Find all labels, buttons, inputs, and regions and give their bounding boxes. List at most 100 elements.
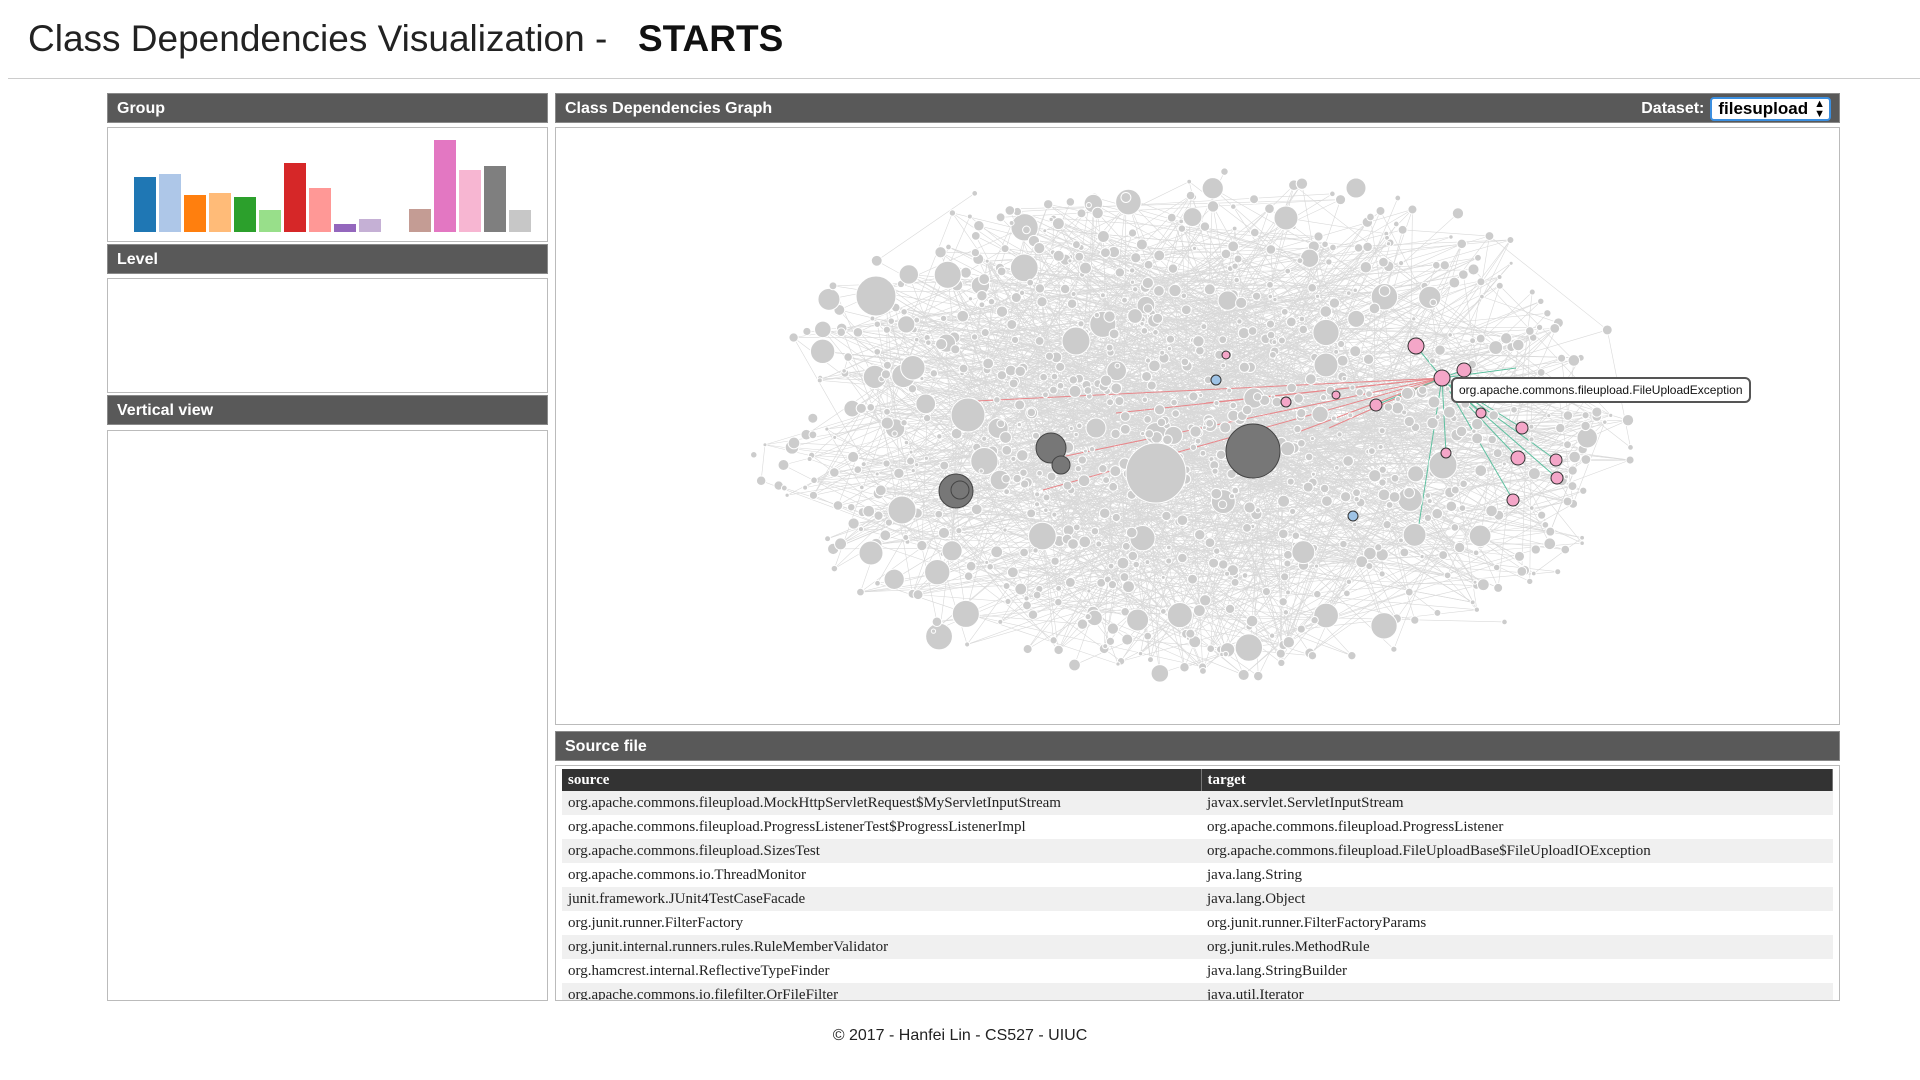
- graph-node: [1014, 582, 1028, 596]
- graph-node: [1144, 357, 1152, 364]
- graph-node: [1119, 423, 1131, 435]
- graph-node: [1144, 559, 1151, 566]
- graph-node: [966, 213, 973, 220]
- graph-node: [929, 369, 939, 378]
- graph-node: [1050, 556, 1060, 566]
- graph-canvas[interactable]: [556, 128, 1839, 724]
- graph-node: [1031, 431, 1041, 440]
- graph-node: [891, 430, 898, 437]
- graph-node: [951, 599, 980, 628]
- graph-node: [1458, 504, 1467, 512]
- group-bar[interactable]: [134, 177, 156, 232]
- graph-node: [1033, 242, 1046, 255]
- graph-node: [1370, 612, 1398, 640]
- graph-node: [873, 347, 882, 356]
- dependency-node: [1051, 455, 1071, 475]
- graph-node: [1199, 667, 1207, 675]
- graph-node: [1535, 323, 1544, 331]
- graph-node: [1418, 285, 1442, 310]
- graph-node: [1562, 410, 1574, 421]
- graph-node: [1198, 392, 1204, 398]
- group-bar[interactable]: [459, 170, 481, 232]
- graph-node: [1012, 473, 1022, 484]
- graph-node-large: [1085, 417, 1107, 439]
- group-bar[interactable]: [509, 210, 531, 232]
- graph-node: [1168, 283, 1182, 298]
- graph-node: [1068, 384, 1082, 398]
- source-table-container[interactable]: source target org.apache.commons.fileupl…: [555, 765, 1840, 1001]
- group-bar[interactable]: [334, 224, 356, 232]
- graph-node: [802, 484, 809, 491]
- group-bar[interactable]: [159, 174, 181, 232]
- graph-node: [814, 320, 832, 339]
- graph-node: [1016, 449, 1029, 462]
- graph-node: [828, 281, 838, 291]
- graph-node: [1471, 432, 1484, 445]
- graph-node: [1310, 616, 1319, 625]
- graph-node: [1492, 448, 1503, 459]
- table-row[interactable]: org.apache.commons.fileupload.MockHttpSe…: [562, 791, 1833, 815]
- group-bar[interactable]: [409, 209, 431, 232]
- graph-node: [1120, 191, 1132, 203]
- graph-node: [784, 492, 790, 498]
- graph-node: [862, 504, 876, 518]
- source-cell: junit.framework.JUnit4TestCaseFacade: [562, 887, 1201, 911]
- dependency-graph[interactable]: [555, 127, 1840, 725]
- table-row[interactable]: org.apache.commons.io.ThreadMonitor java.…: [562, 863, 1833, 887]
- graph-node: [965, 560, 977, 572]
- source-cell: org.apache.commons.fileupload.MockHttpSe…: [562, 791, 1201, 815]
- graph-node: [1230, 203, 1237, 210]
- group-bar[interactable]: [234, 197, 256, 232]
- table-row[interactable]: org.hamcrest.internal.ReflectiveTypeFind…: [562, 959, 1833, 983]
- graph-node: [1141, 370, 1153, 382]
- table-row[interactable]: org.apache.commons.fileupload.ProgressLi…: [562, 815, 1833, 839]
- graph-node: [935, 337, 948, 351]
- group-bar[interactable]: [359, 219, 381, 232]
- graph-node: [1476, 578, 1490, 592]
- related-node: [1456, 362, 1472, 378]
- group-bar[interactable]: [184, 195, 206, 232]
- graph-node: [1004, 597, 1012, 605]
- graph-node: [1046, 471, 1057, 482]
- graph-node: [1128, 267, 1136, 274]
- graph-node: [1042, 391, 1049, 399]
- group-bar[interactable]: [284, 163, 306, 232]
- graph-node: [1476, 277, 1486, 287]
- graph-node: [832, 434, 838, 440]
- table-row[interactable]: org.apache.commons.io.filefilter.OrFileF…: [562, 983, 1833, 1000]
- graph-node: [1329, 243, 1337, 252]
- graph-node-large: [887, 495, 917, 525]
- group-bar[interactable]: [259, 210, 281, 232]
- target-cell: org.junit.runner.FilterFactoryParams: [1201, 911, 1833, 935]
- graph-node: [1403, 486, 1415, 499]
- dataset-select[interactable]: filesupload ▲ ▼: [1710, 97, 1831, 121]
- graph-node: [1453, 541, 1466, 554]
- source-table: source target org.apache.commons.fileupl…: [562, 769, 1833, 1000]
- graph-node: [1137, 650, 1144, 657]
- graph-node: [1253, 670, 1264, 682]
- group-bar-area: [134, 138, 531, 232]
- group-bar[interactable]: [434, 140, 456, 232]
- table-row[interactable]: org.apache.commons.fileupload.SizesTest o…: [562, 839, 1833, 863]
- table-row[interactable]: junit.framework.JUnit4TestCaseFacade java…: [562, 887, 1833, 911]
- graph-node: [1116, 556, 1130, 570]
- table-row[interactable]: org.junit.runner.FilterFactory org.junit.…: [562, 911, 1833, 935]
- group-bar[interactable]: [309, 188, 331, 232]
- group-bar[interactable]: [209, 193, 231, 232]
- graph-node: [860, 461, 867, 468]
- source-cell: org.apache.commons.fileupload.SizesTest: [562, 839, 1201, 863]
- graph-node: [1119, 411, 1131, 422]
- dependency-node: [950, 480, 970, 500]
- graph-node: [1431, 507, 1444, 520]
- group-bar[interactable]: [484, 166, 506, 232]
- graph-node: [873, 320, 882, 328]
- graph-node-large: [855, 275, 897, 317]
- graph-node: [908, 449, 914, 455]
- graph-node: [1100, 247, 1111, 259]
- table-row[interactable]: org.junit.internal.runners.rules.RuleMem…: [562, 935, 1833, 959]
- graph-node: [1109, 465, 1122, 478]
- graph-node: [1107, 580, 1118, 590]
- graph-node: [1213, 400, 1220, 407]
- graph-node: [1526, 577, 1534, 586]
- graph-node: [1002, 527, 1008, 533]
